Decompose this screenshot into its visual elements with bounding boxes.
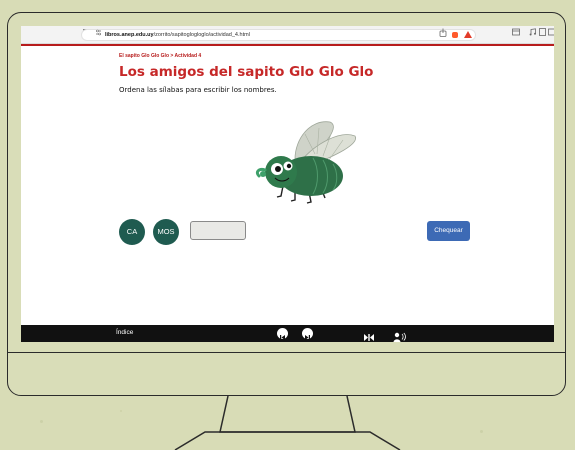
background-speck xyxy=(120,410,122,412)
window-icon[interactable] xyxy=(548,28,554,40)
fly-illustration xyxy=(255,121,356,204)
url-text: libros.anep.edu.uy/zorrito/sapitogloglog… xyxy=(105,29,250,41)
check-button[interactable]: Chequear xyxy=(427,221,470,241)
syllable-tile[interactable]: CA xyxy=(119,219,145,245)
url-host: libros.anep.edu.uy xyxy=(105,32,154,38)
answer-input[interactable] xyxy=(190,221,246,240)
header-rule xyxy=(21,44,554,46)
instructions-text: Ordena las sílabas para escribir los nom… xyxy=(119,86,277,94)
reader-icon[interactable] xyxy=(539,28,546,40)
music-icon[interactable] xyxy=(529,28,537,40)
site-settings-icon[interactable] xyxy=(95,28,102,40)
monitor-chin-line xyxy=(7,352,566,353)
background-speck xyxy=(40,420,43,423)
audio-icon[interactable] xyxy=(393,328,406,342)
bottom-toolbar: Índice xyxy=(21,325,554,342)
next-page-icon[interactable] xyxy=(302,328,313,340)
rewards-icon[interactable] xyxy=(464,31,472,38)
bookmark-icon[interactable] xyxy=(363,328,375,342)
url-path: /zorrito/sapitoglogloglo/actividad_4.htm… xyxy=(153,32,250,38)
screen: libros.anep.edu.uy/zorrito/sapitogloglog… xyxy=(21,26,554,342)
share-icon[interactable] xyxy=(439,28,447,41)
page-title: Los amigos del sapito Glo Glo Glo xyxy=(119,64,374,80)
syllable-tile[interactable]: MOS xyxy=(153,219,179,245)
breadcrumb[interactable]: El sapito Glo Glo Glo > Actividad 4 xyxy=(119,53,201,59)
background-speck xyxy=(480,430,483,433)
index-link[interactable]: Índice xyxy=(116,329,133,336)
browser-toolbar: libros.anep.edu.uy/zorrito/sapitogloglog… xyxy=(21,26,554,44)
prev-page-icon[interactable] xyxy=(277,328,288,340)
tabs-icon[interactable] xyxy=(512,28,520,40)
brave-shield-icon[interactable] xyxy=(452,32,458,38)
